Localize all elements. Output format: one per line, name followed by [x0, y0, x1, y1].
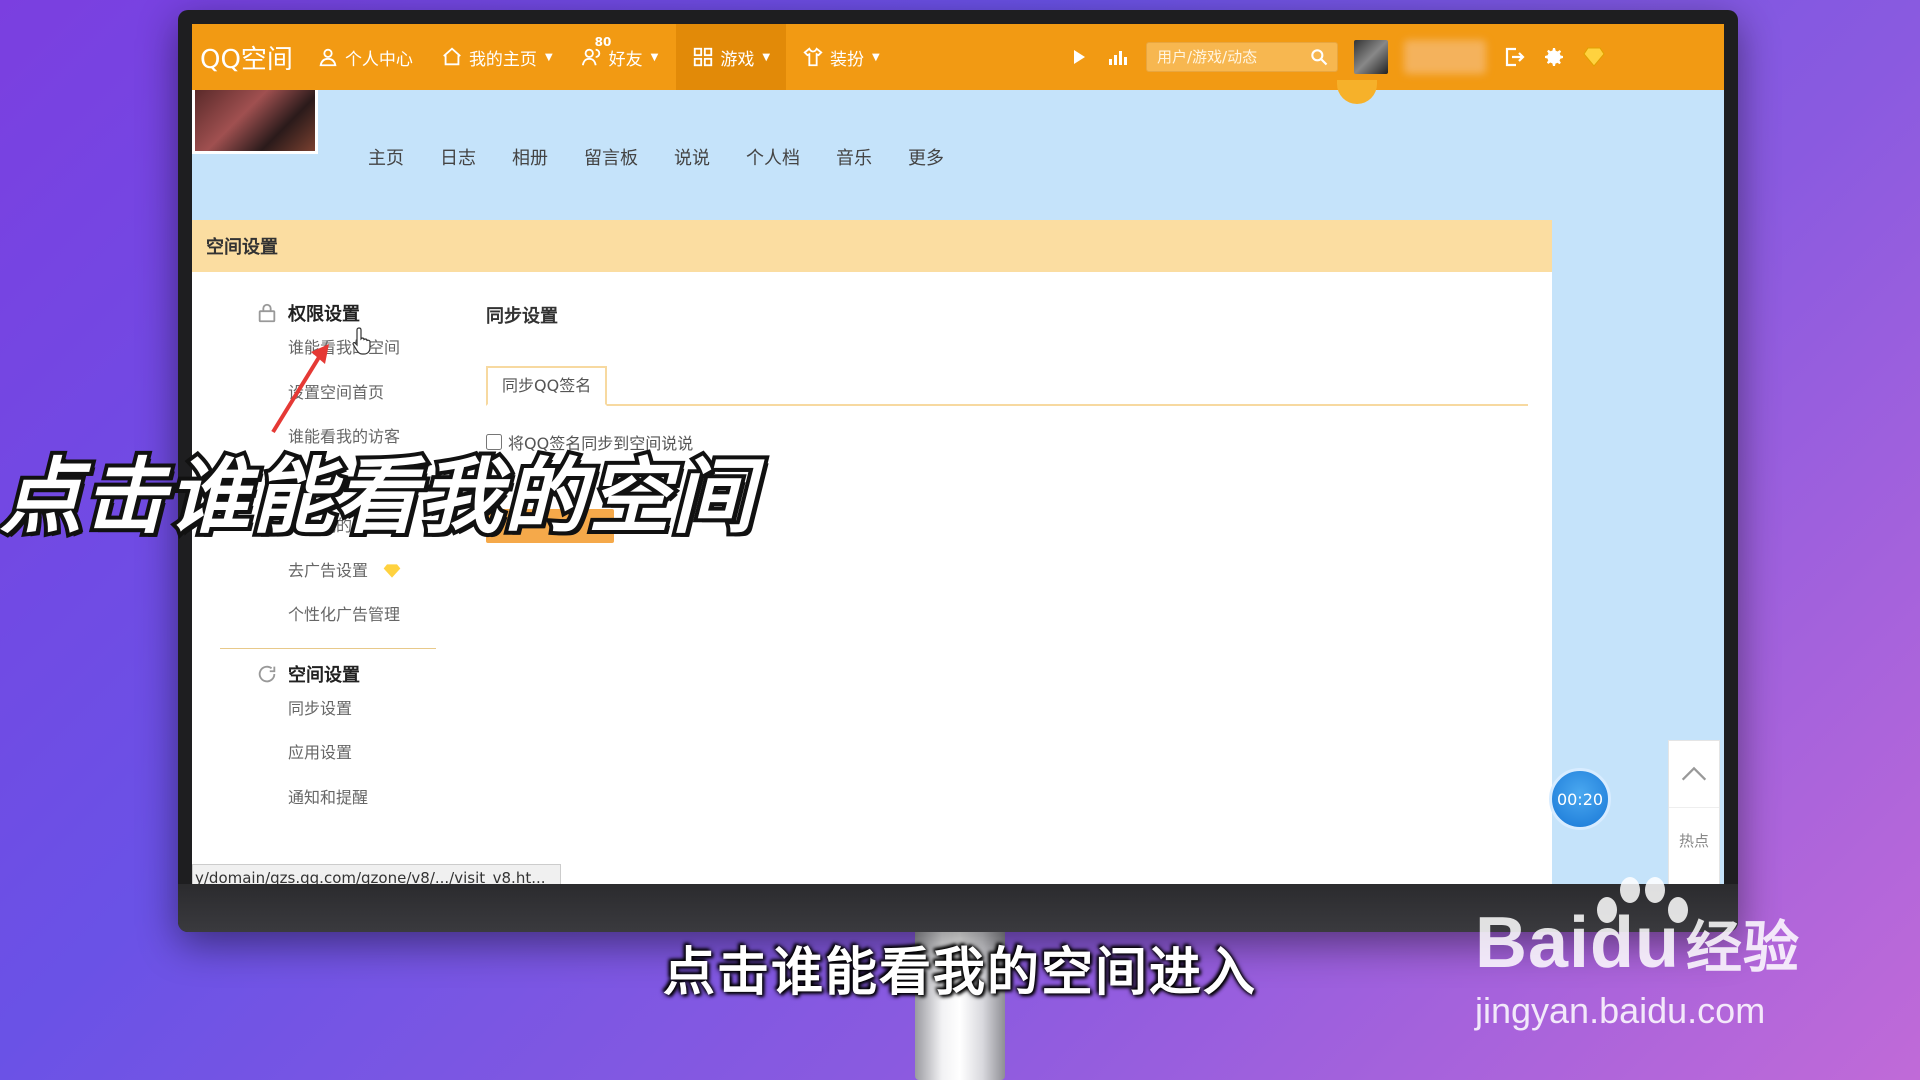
- chevron-down-icon: ▼: [872, 51, 880, 63]
- sidebar-item-notifications[interactable]: 通知和提醒: [288, 776, 440, 821]
- logo-bai: Bai: [1475, 903, 1591, 983]
- chevron-down-icon: ▼: [544, 51, 553, 63]
- tab-more[interactable]: 更多: [908, 144, 944, 170]
- search-icon[interactable]: [1309, 47, 1329, 67]
- tab-blog[interactable]: 日志: [440, 144, 476, 170]
- chevron-down-icon: ▼: [762, 51, 771, 63]
- sidebar-group-permissions[interactable]: 权限设置: [256, 300, 440, 326]
- chart-bars-icon[interactable]: [1106, 45, 1130, 69]
- sidebar-item-label: 去广告设置: [288, 560, 369, 580]
- grid-icon: [694, 47, 713, 67]
- search-box[interactable]: [1146, 42, 1338, 72]
- friends-badge: 80: [594, 34, 612, 49]
- play-icon[interactable]: [1066, 45, 1090, 69]
- diamond-icon[interactable]: [1582, 45, 1606, 69]
- sidebar-item-sync-settings[interactable]: 同步设置: [288, 687, 440, 732]
- friends-icon: [581, 48, 600, 66]
- decoration-sun: [1337, 80, 1377, 104]
- tab-shuoshuo[interactable]: 说说: [674, 144, 710, 170]
- baidu-jingyan-logo: Baidu 经验: [1475, 902, 1800, 984]
- logout-icon[interactable]: [1502, 45, 1526, 69]
- nav-label: 个人中心: [344, 49, 413, 70]
- tab-sync-qq-signature[interactable]: 同步QQ签名: [486, 366, 608, 406]
- tab-home[interactable]: 主页: [368, 144, 404, 170]
- red-arrow-icon: [271, 344, 329, 434]
- baidu-jingyan-url: jingyan.baidu.com: [1475, 990, 1766, 1031]
- refresh-icon: [258, 665, 276, 682]
- sidebar-item-app-settings[interactable]: 应用设置: [288, 731, 440, 776]
- nav-label: 游戏: [720, 49, 755, 70]
- gear-icon[interactable]: [1542, 45, 1566, 69]
- search-input[interactable]: [1155, 47, 1309, 67]
- qzone-logo[interactable]: QQ空间: [200, 39, 293, 76]
- profile-tabs: 主页 日志 相册 留言板 说说 个人档 音乐 更多: [368, 144, 980, 170]
- avatar[interactable]: [1354, 40, 1388, 74]
- tab-album[interactable]: 相册: [512, 144, 548, 170]
- sidebar-item-personalized-ads[interactable]: 个性化广告管理: [288, 593, 440, 638]
- shirt-icon: [803, 47, 823, 67]
- home-icon: [443, 47, 461, 66]
- chevron-up-icon: [1681, 766, 1707, 781]
- hot-button[interactable]: 热点: [1669, 830, 1719, 851]
- tab-music[interactable]: 音乐: [836, 144, 872, 170]
- tab-profile[interactable]: 个人档: [746, 144, 800, 170]
- logo-jingyan: 经验: [1686, 916, 1801, 979]
- cursor-hand-icon: [352, 327, 371, 355]
- sidebar-group-label: 空间设置: [288, 664, 360, 686]
- profile-picture[interactable]: [192, 90, 318, 154]
- top-nav: QQ空间 个人中心 我的主页 ▼ 80 好友 ▼ 游戏 ▼ 装扮 ▼ 用户/游戏…: [192, 24, 1724, 90]
- overlay-big-caption: 点击谁能看我的空间: [0, 446, 758, 549]
- nav-friends[interactable]: 80 好友 ▼: [581, 35, 659, 70]
- nav-my-home[interactable]: 我的主页 ▼: [441, 45, 553, 70]
- sidebar-group-label: 权限设置: [288, 304, 360, 325]
- settings-panel: 空间设置 权限设置 谁能看我的空间 设置空间首页 谁能看我的访客 封存我的动态 …: [192, 220, 1552, 890]
- side-tools: 热点: [1668, 740, 1720, 888]
- lock-icon: [258, 303, 276, 323]
- sidebar-group-space-settings[interactable]: 空间设置: [256, 661, 440, 687]
- content-tabbar: 同步QQ签名: [486, 366, 1528, 406]
- nav-games[interactable]: 游戏 ▼: [676, 24, 787, 90]
- logo-du: du: [1590, 903, 1681, 983]
- content-title: 同步设置: [486, 306, 558, 327]
- diamond-icon: [383, 564, 401, 578]
- nav-label: 我的主页: [468, 49, 537, 70]
- nav-label: 装扮: [830, 49, 865, 70]
- tab-message-board[interactable]: 留言板: [584, 144, 638, 170]
- nav-decorate[interactable]: 装扮 ▼: [802, 45, 880, 70]
- user-icon: [319, 48, 337, 67]
- sidebar-item-remove-ads[interactable]: 去广告设置: [288, 549, 440, 594]
- chevron-down-icon: ▼: [650, 51, 659, 63]
- nav-label: 好友: [608, 49, 643, 70]
- back-to-top-button[interactable]: [1669, 741, 1719, 808]
- nav-personal-center[interactable]: 个人中心: [317, 45, 413, 70]
- timer-badge[interactable]: 00:20: [1549, 768, 1611, 830]
- panel-title: 空间设置: [192, 220, 1552, 272]
- username-blurred: [1404, 40, 1486, 74]
- sidebar-divider: [220, 647, 436, 649]
- nav-right: [1066, 40, 1606, 74]
